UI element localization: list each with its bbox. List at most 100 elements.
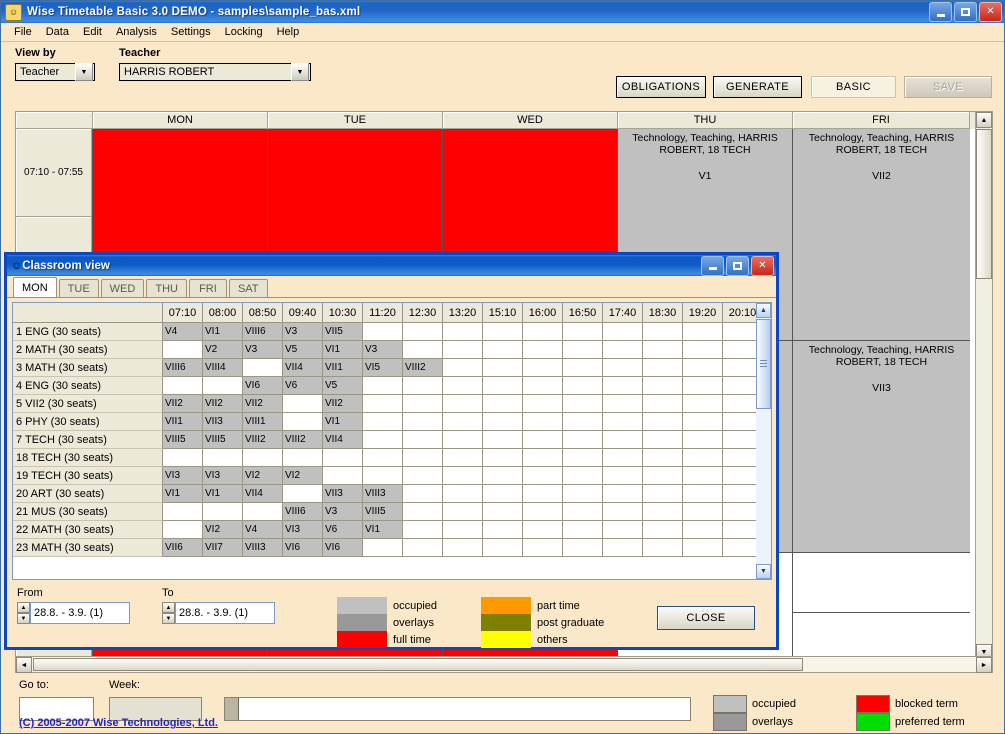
classroom-cell-empty[interactable]: [683, 413, 723, 431]
tab-wed[interactable]: WED: [100, 279, 145, 297]
classroom-cell-empty[interactable]: [683, 449, 723, 467]
classroom-cell-empty[interactable]: [683, 521, 723, 539]
classroom-cell-empty[interactable]: [683, 539, 723, 557]
classroom-cell-empty[interactable]: [643, 395, 683, 413]
classroom-cell-empty[interactable]: [443, 521, 483, 539]
classroom-cell-empty[interactable]: [483, 521, 523, 539]
classroom-cell-empty[interactable]: [483, 413, 523, 431]
classroom-cell-occupied[interactable]: VIII2: [243, 431, 283, 449]
classroom-cell-empty[interactable]: [483, 395, 523, 413]
classroom-cell-occupied[interactable]: VI3: [163, 467, 203, 485]
week-slider[interactable]: [224, 697, 691, 721]
classroom-cell-empty[interactable]: [643, 503, 683, 521]
classroom-cell-occupied[interactable]: VI5: [363, 359, 403, 377]
classroom-cell-occupied[interactable]: VIII4: [203, 359, 243, 377]
classroom-cell-empty[interactable]: [683, 467, 723, 485]
classroom-cell-empty[interactable]: [483, 485, 523, 503]
dialog-maximize-button[interactable]: [726, 255, 749, 276]
tab-mon[interactable]: MON: [13, 277, 57, 297]
classroom-cell-empty[interactable]: [523, 485, 563, 503]
classroom-cell-empty[interactable]: [603, 431, 643, 449]
classroom-cell-empty[interactable]: [483, 539, 523, 557]
classroom-cell-empty[interactable]: [563, 449, 603, 467]
from-input[interactable]: [30, 602, 130, 624]
classroom-cell-empty[interactable]: [563, 503, 603, 521]
classroom-cell-empty[interactable]: [323, 449, 363, 467]
classroom-cell-empty[interactable]: [403, 377, 443, 395]
classroom-cell-occupied[interactable]: V4: [243, 521, 283, 539]
classroom-cell-occupied[interactable]: VIII3: [243, 539, 283, 557]
minimize-button[interactable]: [929, 2, 952, 22]
menu-item-file[interactable]: File: [7, 25, 39, 39]
close-button[interactable]: ✕: [979, 2, 1002, 22]
classroom-cell-occupied[interactable]: VIII6: [283, 503, 323, 521]
hscrollbar-thumb[interactable]: [33, 658, 803, 671]
classroom-cell-empty[interactable]: [643, 377, 683, 395]
classroom-cell-empty[interactable]: [523, 503, 563, 521]
classroom-cell-empty[interactable]: [483, 449, 523, 467]
tab-fri[interactable]: FRI: [188, 279, 227, 297]
classroom-cell-occupied[interactable]: VI1: [363, 521, 403, 539]
classroom-cell-occupied[interactable]: VI3: [283, 521, 323, 539]
classroom-cell-occupied[interactable]: VIII2: [403, 359, 443, 377]
classroom-cell-empty[interactable]: [563, 539, 603, 557]
classroom-cell-empty[interactable]: [603, 503, 643, 521]
classroom-cell-empty[interactable]: [683, 431, 723, 449]
classroom-cell-empty[interactable]: [243, 359, 283, 377]
classroom-cell-empty[interactable]: [643, 323, 683, 341]
classroom-cell-empty[interactable]: [603, 539, 643, 557]
obligations-button[interactable]: OBLIGATIONS: [616, 76, 706, 98]
classroom-cell-empty[interactable]: [563, 521, 603, 539]
classroom-cell-empty[interactable]: [403, 467, 443, 485]
spinner-up-icon[interactable]: ▲: [162, 602, 175, 613]
classroom-cell-empty[interactable]: [683, 359, 723, 377]
blocked-cell[interactable]: [93, 129, 267, 261]
classroom-cell-occupied[interactable]: VIII2: [283, 431, 323, 449]
classroom-cell-occupied[interactable]: V3: [363, 341, 403, 359]
classroom-cell-occupied[interactable]: VIII6: [163, 359, 203, 377]
classroom-cell-empty[interactable]: [603, 359, 643, 377]
classroom-cell-occupied[interactable]: VI1: [323, 413, 363, 431]
copyright-link[interactable]: (C) 2005-2007 Wise Technologies, Ltd.: [19, 717, 218, 729]
classroom-grid[interactable]: 07:10 08:00 08:50 09:40 10:30 11:20 12:30 13:20…: [12, 302, 772, 580]
classroom-cell-empty[interactable]: [283, 485, 323, 503]
classroom-cell-empty[interactable]: [363, 413, 403, 431]
classroom-cell-empty[interactable]: [443, 323, 483, 341]
classroom-cell-empty[interactable]: [283, 449, 323, 467]
classroom-cell-empty[interactable]: [403, 341, 443, 359]
scroll-up-icon[interactable]: ▲: [976, 112, 992, 128]
classroom-cell-occupied[interactable]: V3: [243, 341, 283, 359]
classroom-cell-empty[interactable]: [683, 323, 723, 341]
classroom-cell-empty[interactable]: [283, 413, 323, 431]
classroom-cell-empty[interactable]: [643, 485, 683, 503]
classroom-cell-empty[interactable]: [563, 377, 603, 395]
classroom-cell-occupied[interactable]: V4: [163, 323, 203, 341]
empty-cell[interactable]: [793, 613, 970, 660]
classroom-cell-occupied[interactable]: VIII5: [363, 503, 403, 521]
classroom-cell-empty[interactable]: [363, 539, 403, 557]
classroom-cell-empty[interactable]: [483, 503, 523, 521]
classroom-cell-empty[interactable]: [683, 485, 723, 503]
classroom-cell-occupied[interactable]: VII4: [323, 431, 363, 449]
view-by-select[interactable]: Teacher ▼: [15, 63, 95, 81]
classroom-cell-empty[interactable]: [483, 341, 523, 359]
classroom-cell-empty[interactable]: [643, 521, 683, 539]
classroom-cell-empty[interactable]: [483, 377, 523, 395]
classroom-cell-empty[interactable]: [603, 341, 643, 359]
generate-button[interactable]: GENERATE: [713, 76, 802, 98]
classroom-cell-occupied[interactable]: V3: [283, 323, 323, 341]
tab-sat[interactable]: SAT: [228, 279, 268, 297]
classroom-cell-empty[interactable]: [483, 359, 523, 377]
classroom-cell-empty[interactable]: [643, 359, 683, 377]
classroom-cell-empty[interactable]: [603, 413, 643, 431]
classroom-cell-empty[interactable]: [443, 341, 483, 359]
lesson-cell-fri[interactable]: Technology, Teaching, HARRIS ROBERT, 18 …: [793, 129, 970, 341]
classroom-cell-occupied[interactable]: V5: [323, 377, 363, 395]
spinner-down-icon[interactable]: ▼: [17, 613, 30, 624]
classroom-cell-occupied[interactable]: VI6: [323, 539, 363, 557]
classroom-cell-occupied[interactable]: VII4: [243, 485, 283, 503]
dialog-minimize-button[interactable]: [701, 255, 724, 276]
classroom-cell-occupied[interactable]: V2: [203, 341, 243, 359]
tab-thu[interactable]: THU: [146, 279, 187, 297]
empty-cell[interactable]: [793, 553, 970, 613]
